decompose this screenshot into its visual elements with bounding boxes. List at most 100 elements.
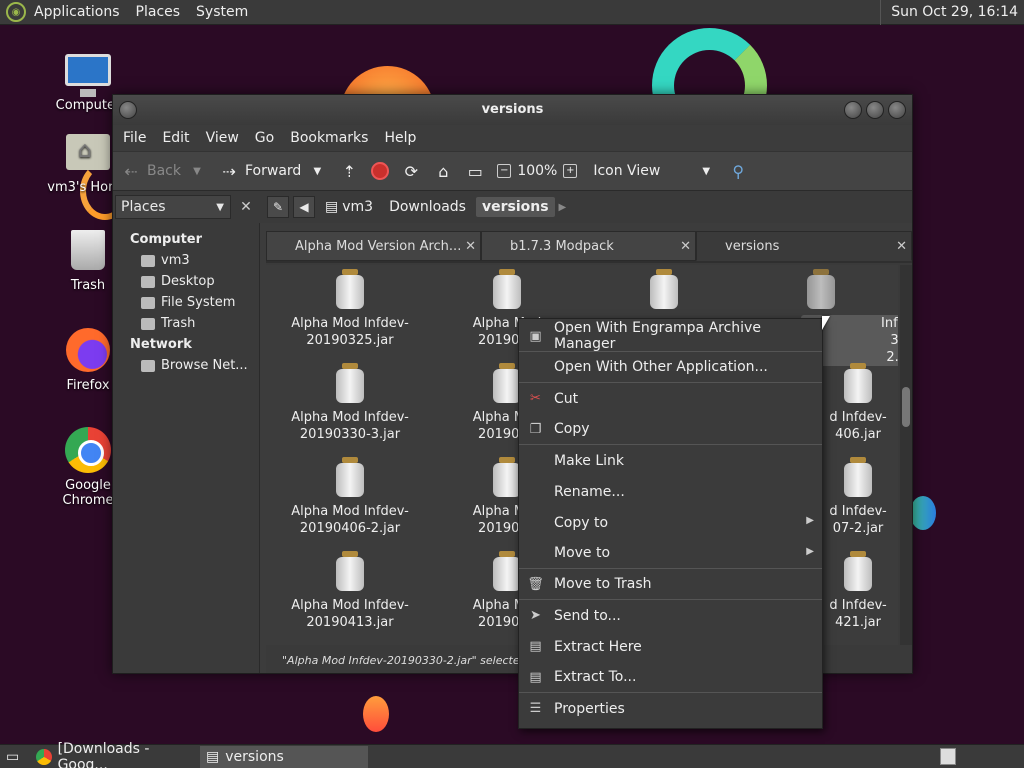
menu-rename[interactable]: Rename... — [519, 476, 822, 507]
back-arrow-icon: ⇠ — [124, 161, 138, 181]
zoom-out-icon[interactable]: − — [497, 164, 512, 178]
firefox-icon — [64, 326, 112, 374]
zoom-level[interactable]: 100% — [517, 163, 557, 179]
menu-bookmarks[interactable]: Bookmarks — [282, 130, 376, 146]
close-icon[interactable]: ✕ — [680, 232, 691, 262]
places-menu[interactable]: Places — [128, 0, 189, 25]
menu-copy-to[interactable]: Copy to ▶ — [519, 507, 822, 538]
up-button[interactable]: ⇡ — [339, 161, 359, 181]
tab-bar: Alpha Mod Version Arch... ✕ b1.7.3 Modpa… — [266, 231, 912, 263]
menu-send-to[interactable]: ➤ Send to... — [519, 600, 822, 631]
vertical-scrollbar[interactable] — [900, 265, 912, 645]
forward-button[interactable]: ⇢ Forward ▼ — [219, 161, 327, 181]
zoom-controls: − 100% + — [497, 163, 578, 179]
trash-icon — [141, 317, 155, 330]
window-title: versions — [481, 102, 544, 117]
sidebar-type-select[interactable]: Places ▼ — [115, 195, 231, 219]
view-mode-label: Icon View — [593, 163, 661, 179]
wallpaper-orange-drop — [363, 696, 389, 732]
tab-alpha-mod-version-archive[interactable]: Alpha Mod Version Arch... ✕ — [266, 231, 481, 261]
menu-move-to-trash[interactable]: 🗑 Move to Trash — [519, 569, 822, 600]
sidebar-item-trash[interactable]: Trash — [113, 313, 259, 334]
home-button[interactable]: ⌂ — [433, 161, 453, 181]
applications-menu[interactable]: Applications — [26, 0, 128, 25]
file-item[interactable]: Alpha Mod Infdev- 20190406-2.jar — [276, 457, 424, 537]
sidebar-item-vm3[interactable]: vm3 — [113, 250, 259, 271]
back-label: Back — [147, 163, 181, 179]
jar-file-icon — [335, 363, 365, 403]
close-sidebar-icon[interactable]: ✕ — [235, 196, 257, 218]
forward-history-chevron-icon[interactable]: ▼ — [307, 161, 327, 181]
window-titlebar[interactable]: versions — [113, 95, 912, 125]
reload-button[interactable]: ⟳ — [401, 161, 421, 181]
file-item[interactable]: Alpha Mod Infdev- 20190413.jar — [276, 551, 424, 631]
menu-cut[interactable]: ✂ Cut — [519, 383, 822, 414]
minimize-button[interactable] — [844, 101, 862, 119]
breadcrumb-left-icon[interactable]: ◀ — [293, 196, 315, 218]
chrome-icon — [36, 748, 52, 765]
breadcrumb-downloads[interactable]: Downloads — [383, 197, 472, 217]
sidebar-item-file-system[interactable]: File System — [113, 292, 259, 313]
sidebar-item-desktop[interactable]: Desktop — [113, 271, 259, 292]
show-desktop-button[interactable]: ▭ — [0, 746, 30, 768]
menu-make-link[interactable]: Make Link — [519, 445, 822, 476]
scrollbar-thumb[interactable] — [902, 387, 910, 427]
send-icon: ➤ — [530, 608, 541, 623]
jar-file-icon — [843, 457, 873, 497]
menu-go[interactable]: Go — [247, 130, 282, 146]
breadcrumb-vm3[interactable]: ▤ vm3 — [319, 197, 379, 217]
zoom-in-icon[interactable]: + — [563, 164, 578, 178]
menu-copy[interactable]: ❐ Copy — [519, 414, 822, 445]
edit-location-icon[interactable]: ✎ — [267, 196, 289, 218]
home-icon: ⌂ — [438, 161, 449, 181]
menu-edit[interactable]: Edit — [154, 130, 197, 146]
menu-open-with-other[interactable]: Open With Other Application... — [519, 352, 822, 383]
menu-extract-here[interactable]: ▤ Extract Here — [519, 631, 822, 662]
search-button[interactable]: ⚲ — [728, 161, 748, 181]
menu-help[interactable]: Help — [376, 130, 424, 146]
window-menu-button[interactable] — [119, 101, 137, 119]
folder-icon: ▤ — [325, 199, 339, 215]
jar-file-icon — [843, 363, 873, 403]
computer-button[interactable]: ▭ — [465, 161, 485, 181]
taskbar-item-chrome[interactable]: [Downloads - Goog... — [30, 741, 200, 768]
workspace-switcher[interactable] — [940, 748, 956, 765]
menu-file[interactable]: File — [115, 130, 154, 146]
clock[interactable]: Sun Oct 29, 16:14 — [880, 0, 1024, 25]
sidebar-item-browse-network[interactable]: Browse Net... — [113, 355, 259, 376]
back-history-chevron-icon[interactable]: ▼ — [187, 161, 207, 181]
menu-view[interactable]: View — [198, 130, 247, 146]
system-menu[interactable]: System — [188, 0, 256, 25]
view-mode-select[interactable]: Icon View ▼ — [593, 161, 716, 181]
close-icon[interactable]: ✕ — [465, 232, 476, 262]
menu-extract-to[interactable]: ▤ Extract To... — [519, 662, 822, 693]
computer-icon: ▭ — [467, 161, 483, 181]
search-icon: ⚲ — [732, 161, 745, 181]
menu-move-to[interactable]: Move to ▶ — [519, 538, 822, 569]
breadcrumb-right-icon[interactable]: ▶ — [559, 202, 567, 213]
sidebar-header-computer: Computer — [130, 232, 203, 247]
maximize-button[interactable] — [866, 101, 884, 119]
menu-properties[interactable]: ☰ Properties — [519, 693, 822, 724]
sidebar-item-label: vm3 — [161, 253, 190, 268]
tab-versions[interactable]: versions ✕ — [696, 231, 912, 261]
file-item[interactable] — [590, 269, 738, 315]
tab-label: versions — [725, 239, 780, 254]
back-button[interactable]: ⇠ Back ▼ — [121, 161, 207, 181]
submenu-arrow-icon: ▶ — [806, 515, 814, 526]
stop-button[interactable] — [371, 162, 390, 180]
mouse-cursor-icon — [822, 316, 830, 330]
close-button[interactable] — [888, 101, 906, 119]
file-item[interactable]: Alpha Mod Infdev- 20190325.jar — [276, 269, 424, 349]
menu-item-label: Open With Other Application... — [554, 359, 768, 375]
computer-icon — [64, 46, 112, 97]
menu-open-with-engrampa[interactable]: ▣ Open With Engrampa Archive Manager — [519, 320, 822, 352]
breadcrumb-versions[interactable]: versions — [475, 197, 555, 217]
file-item[interactable]: Alpha Mod Infdev- 20190330-3.jar — [276, 363, 424, 443]
menu-item-label: Make Link — [554, 452, 624, 469]
taskbar-item-versions[interactable]: ▤ versions — [200, 745, 368, 768]
task-label: [Downloads - Goog... — [57, 740, 150, 768]
close-icon[interactable]: ✕ — [896, 232, 907, 262]
tab-b173-modpack[interactable]: b1.7.3 Modpack ✕ — [481, 231, 696, 261]
menubar: File Edit View Go Bookmarks Help — [113, 125, 912, 151]
